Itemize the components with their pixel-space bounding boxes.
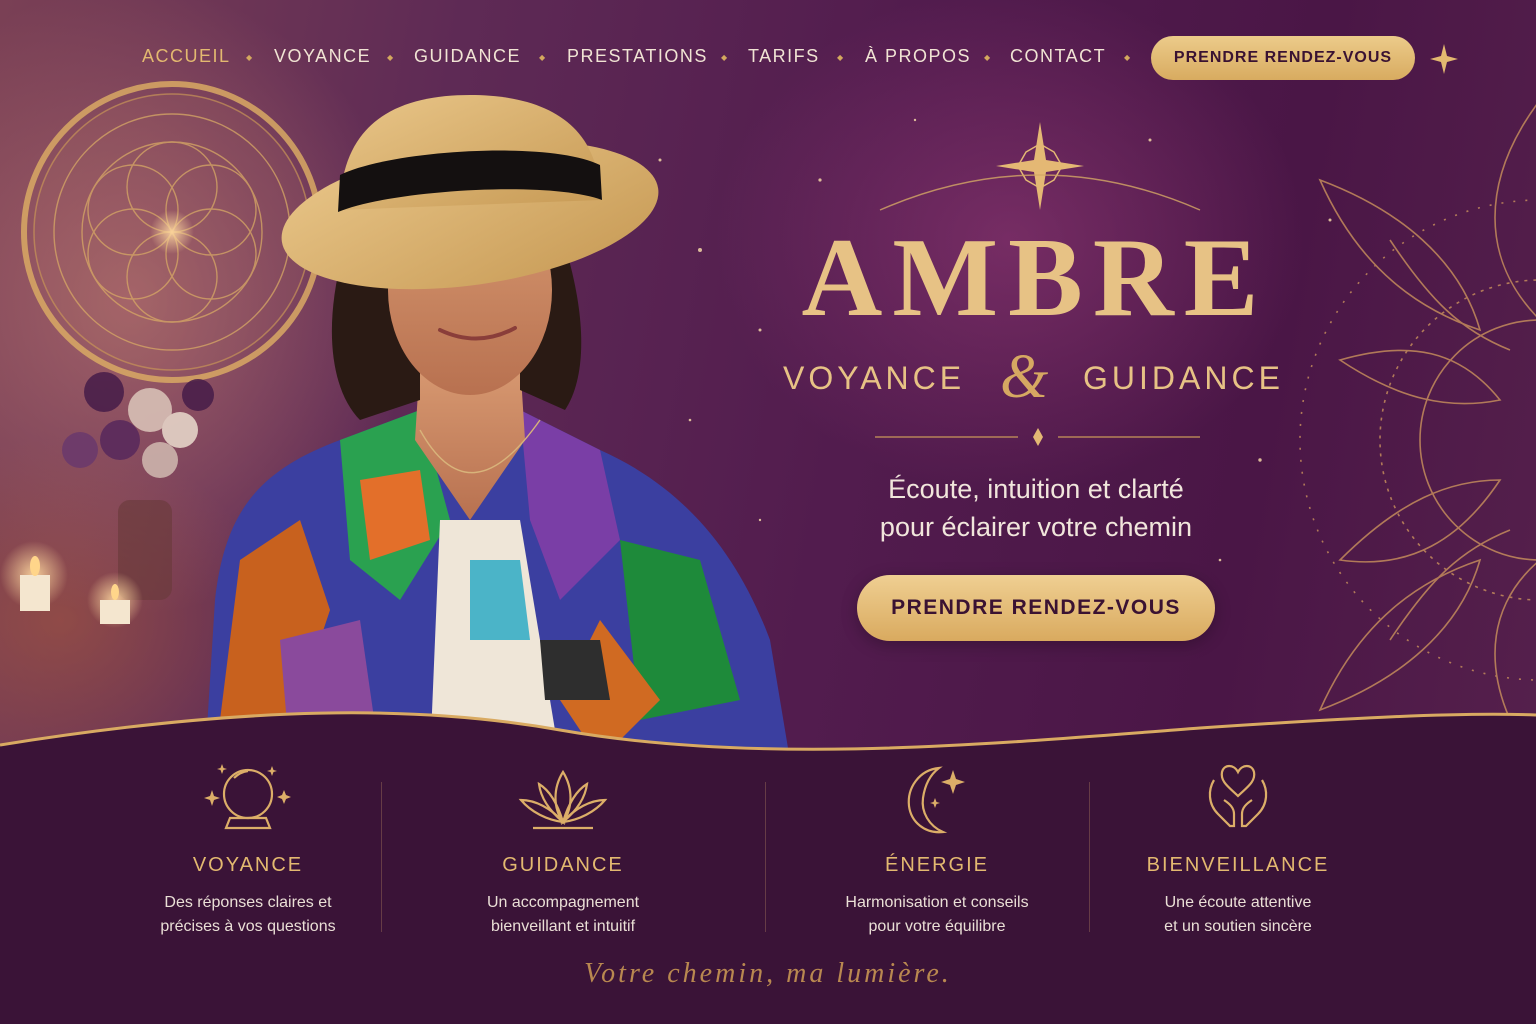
tagline-line-2: pour éclairer votre chemin xyxy=(879,512,1193,542)
crystal-ball-icon xyxy=(204,764,291,830)
feature-description: Des réponses claires et précises à vos q… xyxy=(98,891,398,939)
feature-description: Un accompagnement bienveillant et intuit… xyxy=(413,891,713,939)
feature-title: BIENVEILLANCE xyxy=(1146,854,1330,876)
nav-separator: ◆ xyxy=(246,53,253,62)
nav-item-prestations[interactable]: PRESTATIONS xyxy=(567,46,708,67)
nav-item-accueil[interactable]: ACCUEIL xyxy=(142,46,231,67)
subtitle-voyance: VOYANCE xyxy=(783,360,966,396)
nav-item-a-propos[interactable]: À PROPOS xyxy=(865,46,971,67)
footer-motto: Votre chemin, ma lumière. xyxy=(584,958,952,989)
nav-item-tarifs[interactable]: TARIFS xyxy=(748,46,820,67)
feature-desc-line: Un accompagnement xyxy=(486,894,640,911)
feature-title: ÉNERGIE xyxy=(884,854,990,876)
hero-appointment-button[interactable]: PRENDRE RENDEZ-VOUS xyxy=(857,575,1215,641)
subtitle-divider xyxy=(875,428,1200,446)
feature-divider xyxy=(765,782,766,932)
feature-title: GUIDANCE xyxy=(502,854,624,876)
portrait-photo xyxy=(205,95,790,760)
heart-hands-icon xyxy=(1208,764,1268,828)
brand-title: AMBRE xyxy=(801,216,1269,340)
feature-bienveillance: BIENVEILLANCE Une écoute attentive et un… xyxy=(1088,760,1388,939)
moon-star-icon xyxy=(907,766,965,834)
feature-guidance: GUIDANCE Un accompagnement bienveillant … xyxy=(413,760,713,939)
feature-desc-line: Harmonisation et conseils xyxy=(845,894,1029,911)
feature-divider xyxy=(381,782,382,932)
feature-desc-line: Une écoute attentive xyxy=(1164,894,1312,911)
feature-title: VOYANCE xyxy=(192,854,304,876)
feature-desc-line: bienveillant et intuitif xyxy=(490,918,636,935)
nav-separator: ◆ xyxy=(539,53,546,62)
nav-item-guidance[interactable]: GUIDANCE xyxy=(414,46,521,67)
feature-desc-line: Des réponses claires et xyxy=(164,894,332,911)
nav-item-voyance[interactable]: VOYANCE xyxy=(274,46,371,67)
mandala-decoration xyxy=(1299,104,1536,760)
feature-desc-line: pour votre équilibre xyxy=(868,918,1006,935)
feature-desc-line: et un soutien sincère xyxy=(1164,918,1312,935)
nav-appointment-button[interactable]: PRENDRE RENDEZ-VOUS xyxy=(1151,36,1415,80)
lotus-icon xyxy=(518,769,608,830)
subtitle-ampersand: & xyxy=(1000,343,1049,411)
feature-description: Harmonisation et conseils pour votre équ… xyxy=(787,891,1087,939)
nav-separator: ◆ xyxy=(984,53,991,62)
subtitle-guidance: GUIDANCE xyxy=(1083,360,1284,396)
main-navigation: ACCUEIL ◆ VOYANCE ◆ GUIDANCE ◆ PRESTATIO… xyxy=(0,36,1536,80)
nav-separator: ◆ xyxy=(837,53,844,62)
feature-energie: ÉNERGIE Harmonisation et conseils pour v… xyxy=(787,760,1087,939)
north-star-decoration xyxy=(996,122,1084,210)
nav-separator: ◆ xyxy=(721,53,728,62)
feature-desc-line: précises à vos questions xyxy=(160,918,336,935)
nav-separator: ◆ xyxy=(1124,53,1131,62)
sparkle-icon xyxy=(1430,44,1458,74)
nav-item-contact[interactable]: CONTACT xyxy=(1010,46,1106,67)
tagline-line-1: Écoute, intuition et clarté xyxy=(888,474,1184,504)
nav-separator: ◆ xyxy=(387,53,394,62)
feature-description: Une écoute attentive et un soutien sincè… xyxy=(1088,891,1388,939)
feature-voyance: VOYANCE Des réponses claires et précises… xyxy=(98,760,398,939)
hero-tagline: Écoute, intuition et clarté pour éclaire… xyxy=(836,470,1236,546)
